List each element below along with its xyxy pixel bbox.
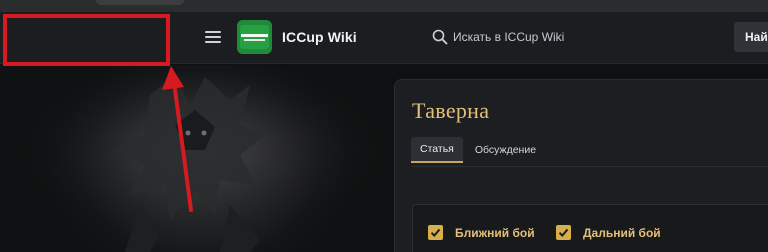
annotation-highlight-box <box>3 14 170 66</box>
tab-discussion[interactable]: Обсуждение <box>466 137 545 163</box>
search-icon[interactable] <box>432 29 448 45</box>
logo-image <box>237 20 272 54</box>
filter-melee[interactable]: Ближний бой <box>428 225 535 240</box>
browser-tab[interactable] <box>96 0 184 5</box>
find-button[interactable]: Най <box>734 22 768 52</box>
article-tabs: Статья Обсуждение <box>411 137 545 163</box>
filter-ranged[interactable]: Дальний бой <box>556 225 661 240</box>
melee-checkbox[interactable] <box>428 225 443 240</box>
article-card: Таверна Статья Обсуждение Ближний бой Да… <box>394 79 768 252</box>
tab-article[interactable]: Статья <box>411 137 463 163</box>
filter-label: Дальний бой <box>583 225 661 240</box>
search-input[interactable]: Искать в ICCup Wiki <box>453 30 564 44</box>
tabs-divider <box>411 166 768 167</box>
check-icon <box>430 228 441 237</box>
hero-background-art <box>0 65 380 252</box>
check-icon <box>558 228 569 237</box>
creature-artwork <box>0 65 380 252</box>
hamburger-icon[interactable] <box>205 29 223 45</box>
browser-chrome <box>0 0 768 12</box>
site-logo[interactable] <box>237 20 272 54</box>
filter-label: Ближний бой <box>455 225 535 240</box>
ranged-checkbox[interactable] <box>556 225 571 240</box>
page-title: Таверна <box>412 98 490 123</box>
filter-panel: Ближний бой Дальний бой <box>412 204 768 252</box>
site-title[interactable]: ICCup Wiki <box>282 29 357 45</box>
page: ICCup Wiki Искать в ICCup Wiki Най Тавер… <box>0 0 768 252</box>
